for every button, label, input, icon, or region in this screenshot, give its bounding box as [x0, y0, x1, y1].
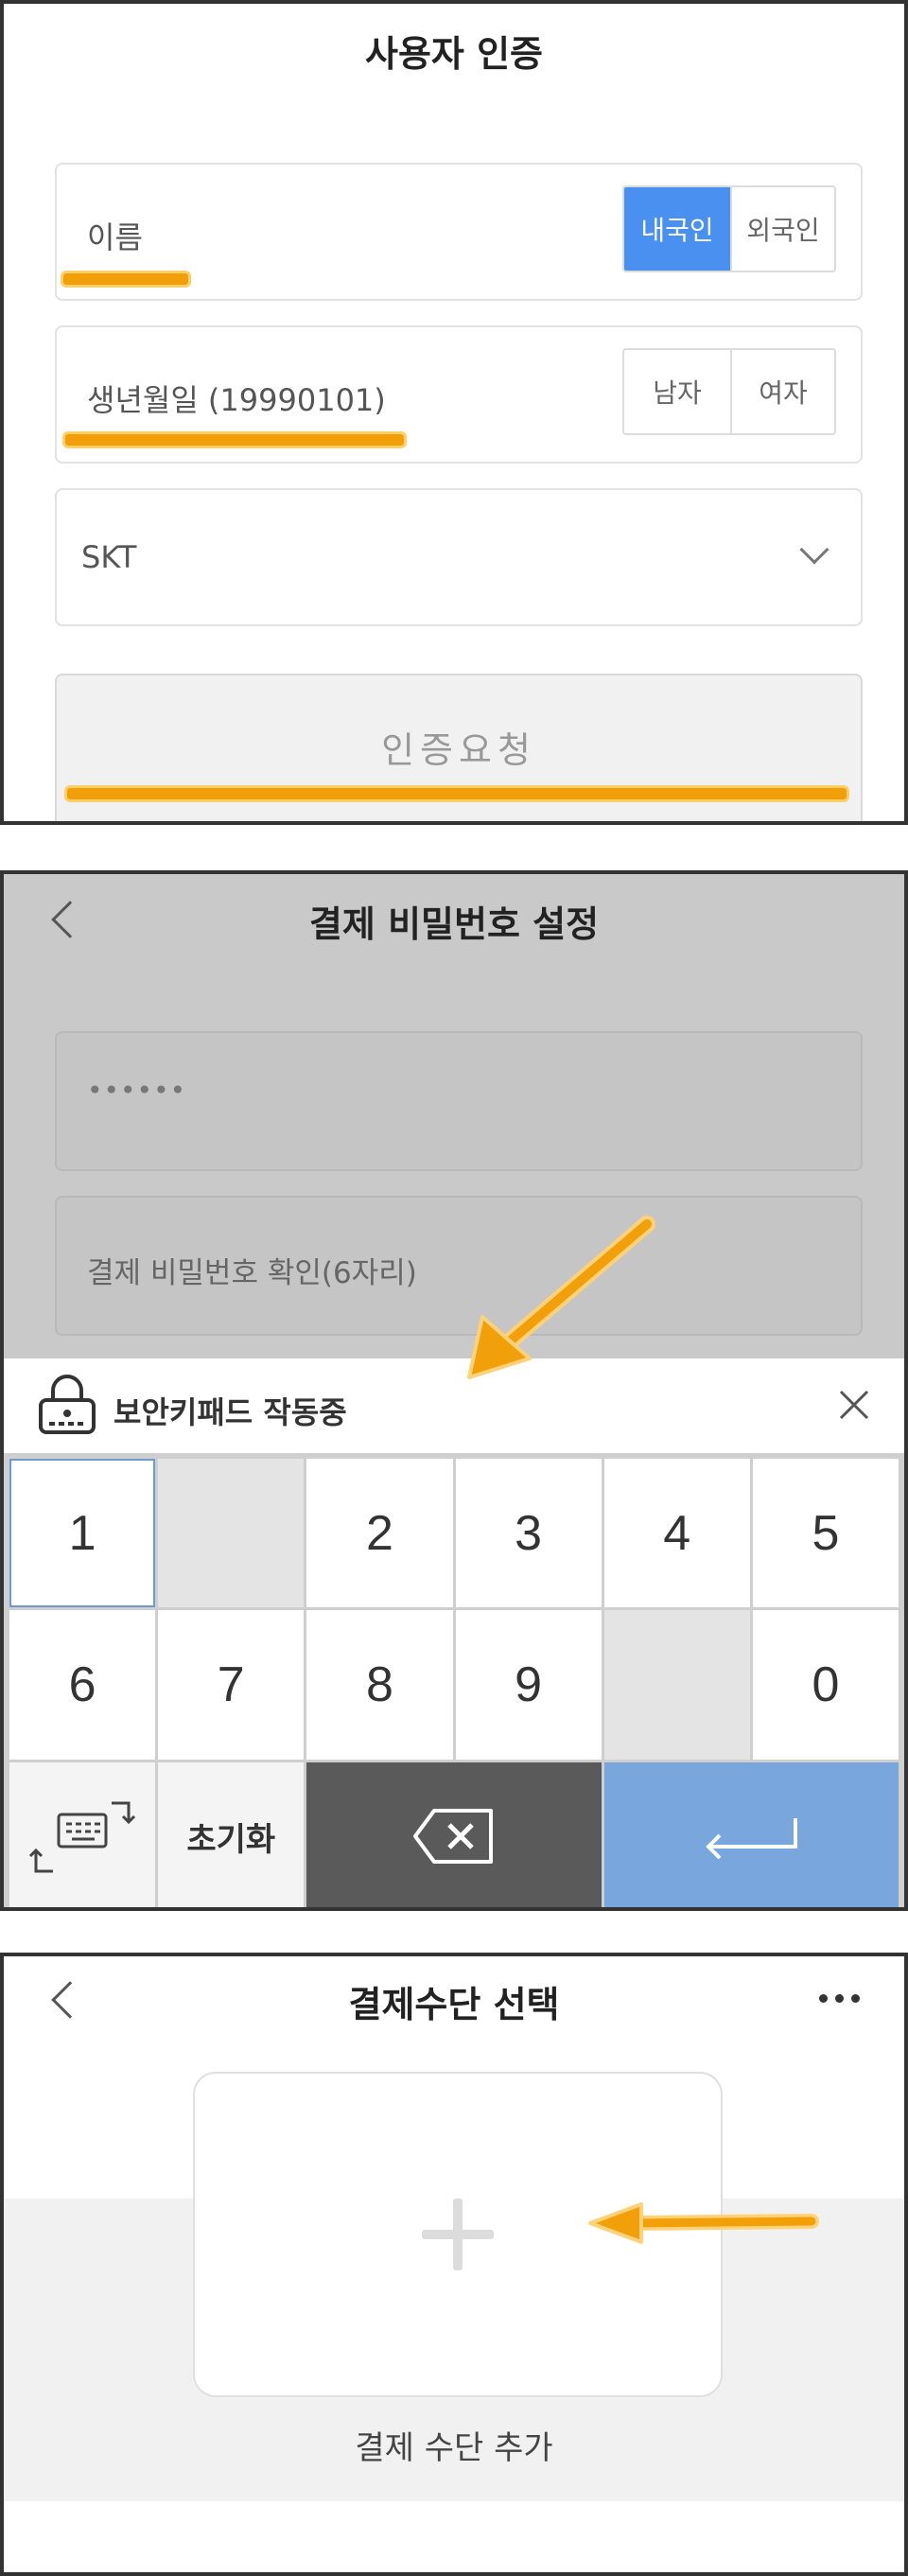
backspace-icon: [412, 1809, 493, 1865]
key-6[interactable]: 6: [9, 1610, 156, 1760]
page-title: 사용자 인증: [364, 33, 544, 75]
carrier-select[interactable]: SKT: [55, 488, 863, 626]
key-1[interactable]: 1: [9, 1459, 156, 1608]
foreign-option[interactable]: 외국인: [730, 187, 834, 271]
add-payment-label: 결제 수단 추가: [355, 2429, 553, 2467]
plus-icon: [453, 2199, 463, 2270]
page-title: 결제수단 선택: [348, 1984, 560, 2025]
gender-toggle: 남자 여자: [622, 348, 836, 435]
chevron-down-icon: [799, 534, 829, 565]
key-4[interactable]: 4: [603, 1459, 750, 1608]
female-option[interactable]: 여자: [730, 350, 834, 433]
password-value: ••••••: [87, 1075, 187, 1106]
payment-password-screen: 결제 비밀번호 설정 •••••• 결제 비밀번호 확인(6자리) 보안키패드 …: [0, 870, 908, 1911]
auth-request-button[interactable]: 인증요청: [55, 674, 863, 821]
key-9[interactable]: 9: [455, 1610, 602, 1760]
male-option[interactable]: 남자: [624, 350, 730, 433]
nationality-toggle: 내국인 외국인: [622, 185, 836, 272]
key-0[interactable]: 0: [752, 1610, 899, 1760]
backspace-key[interactable]: [306, 1761, 602, 1907]
key-blank[interactable]: [158, 1459, 305, 1608]
password-confirm-placeholder: 결제 비밀번호 확인(6자리): [87, 1256, 417, 1290]
enter-key[interactable]: [603, 1761, 899, 1907]
lock-keyboard-icon: [39, 1375, 96, 1434]
payment-method-screen: 결제수단 선택 결제 수단 추가: [0, 1953, 908, 2576]
close-icon[interactable]: [838, 1389, 870, 1421]
birthdate-placeholder: 생년월일 (19990101): [87, 382, 386, 418]
password-field[interactable]: ••••••: [55, 1031, 863, 1171]
key-3[interactable]: 3: [455, 1459, 602, 1608]
key-7[interactable]: 7: [158, 1610, 305, 1760]
key-blank[interactable]: [603, 1610, 750, 1760]
key-5[interactable]: 5: [752, 1459, 899, 1608]
reset-key[interactable]: 초기화: [158, 1761, 305, 1907]
page-title: 결제 비밀번호 설정: [308, 903, 600, 945]
domestic-option[interactable]: 내국인: [624, 187, 730, 271]
carrier-value: SKT: [81, 539, 137, 575]
key-2[interactable]: 2: [306, 1459, 453, 1608]
arrow-annotation-icon: [588, 2202, 819, 2244]
highlight-birthdate: [62, 431, 407, 448]
key-8[interactable]: 8: [306, 1610, 453, 1760]
enter-icon: [706, 1818, 798, 1860]
keyboard-switch-key[interactable]: [9, 1761, 156, 1907]
highlight-name: [61, 271, 191, 288]
highlight-request-button: [64, 785, 849, 802]
more-icon[interactable]: [819, 1994, 860, 2003]
keypad-status-label: 보안키패드 작동중: [114, 1394, 347, 1430]
user-auth-screen: 사용자 인증 이름 내국인 외국인 생년월일 (19990101) 남자 여자 …: [0, 0, 908, 825]
keyboard-switch-icon: [29, 1801, 136, 1873]
name-placeholder: 이름: [87, 219, 143, 255]
number-keypad: 1 2 3 4 5 6 7 8 9 0 초기화: [4, 1453, 904, 1907]
arrow-annotation-icon: [467, 1216, 655, 1379]
